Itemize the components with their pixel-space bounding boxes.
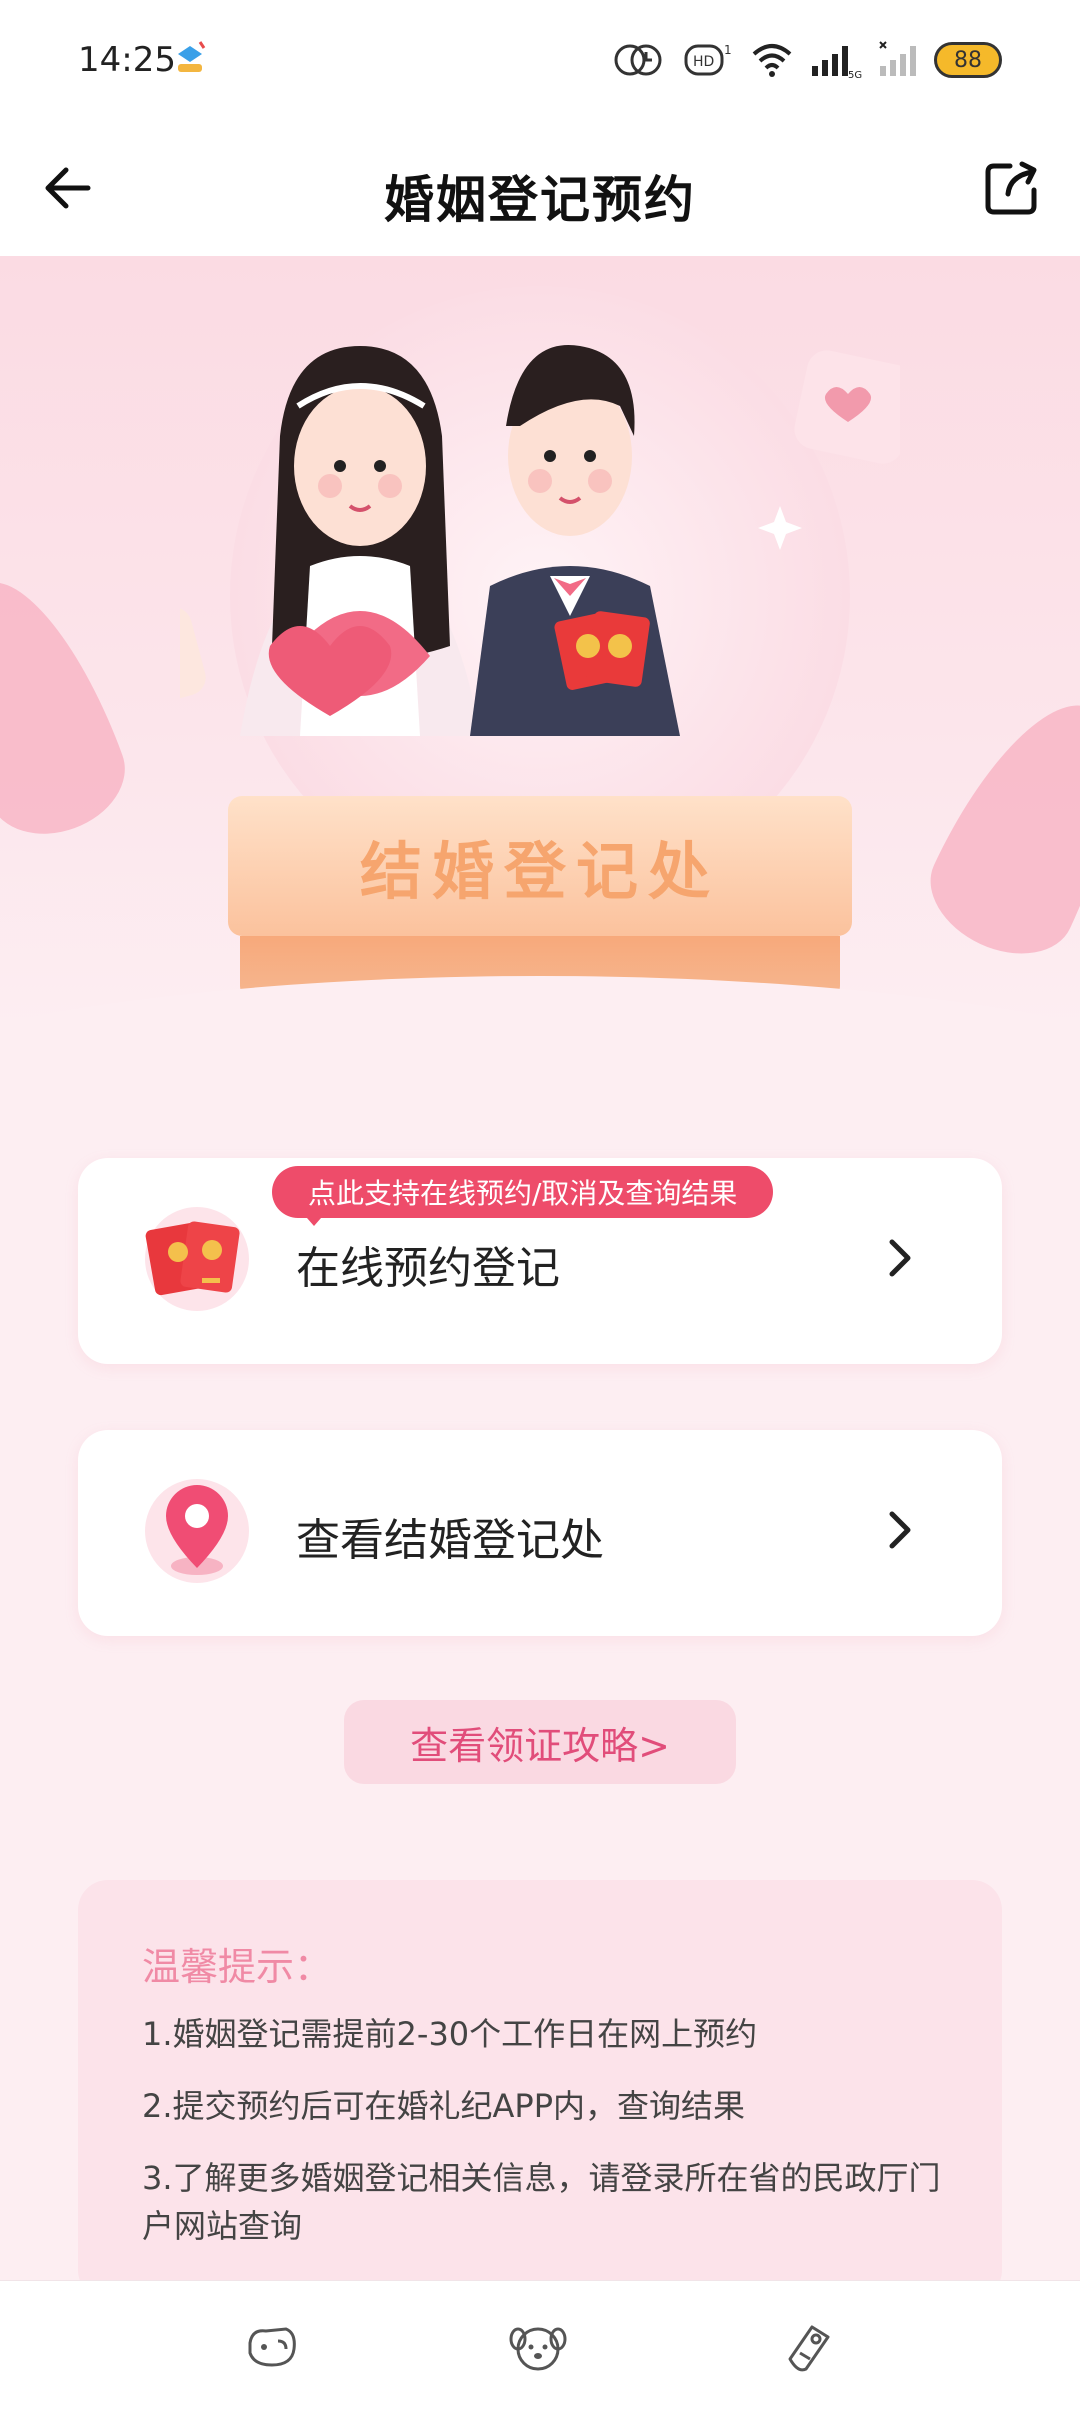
registration-desk-sign: 结婚登记处 [228,796,852,936]
thumbs-bubble-icon [180,607,206,715]
status-time: 14:25 [78,40,176,80]
tag-icon[interactable] [776,2319,836,2375]
wifi-icon [752,44,792,77]
online-appointment-tip-badge: 点此支持在线预约/取消及查询结果 [272,1166,774,1218]
heart-bubble-icon [794,350,900,464]
hero-banner: 结婚登记处 [0,256,1080,1036]
card-label: 在线预约登记 [296,1243,560,1294]
location-pin-icon [145,1479,249,1583]
signal-icon: 5G [812,46,862,80]
cow-icon[interactable] [242,2319,302,2375]
tip-bubble-tail [300,1210,328,1226]
tips-item: 1.婚姻登记需提前2-30个工作日在网上预约 [142,2015,758,2053]
chevron-right-icon [889,1239,911,1277]
bride-figure [240,346,480,736]
tips-item: 2.提交预约后可在婚礼纪APP内，查询结果 [142,2087,746,2125]
page-title: 婚姻登记预约 [384,171,696,229]
tips-title: 温馨提示： [142,1945,333,1989]
hero-bottom-curve [0,976,1080,1036]
groom-figure [470,345,680,736]
view-registry-office-card[interactable]: 查看结婚登记处 [78,1430,1002,1636]
bottom-bar [0,2280,1080,2412]
tips-box: 温馨提示： 1.婚姻登记需提前2-30个工作日在网上预约 2.提交预约后可在婚礼… [78,1880,1002,2300]
card-label: 查看结婚登记处 [296,1515,604,1566]
svg-text:1: 1 [724,43,732,57]
tips-item: 3.了解更多婚姻登记相关信息，请登录所在省的民政厅门户网站查询 [142,2159,941,2245]
nav-bar: 婚姻登记预约 [0,120,1080,256]
status-bar: 14:25 HD 1 5G 88 [0,0,1080,120]
chevron-right-icon [889,1511,911,1549]
share-button[interactable] [980,156,1044,220]
hd-icon: HD 1 [684,43,732,76]
dog-icon[interactable] [508,2319,568,2375]
share-icon [985,161,1037,215]
cat-icon [614,44,662,76]
app-notification-icon [178,41,206,72]
sparkle-icon [758,506,802,550]
status-icons: HD 1 5G 88 [610,36,1002,84]
desk-sign-text: 结婚登记处 [359,835,720,908]
leaf-decoration [0,559,141,853]
leaf-decoration [912,676,1080,976]
svg-text:HD: HD [693,54,714,70]
red-envelope-icon [145,1207,249,1311]
battery-indicator: 88 [934,42,1002,78]
signal-empty-icon [879,41,916,76]
marriage-guide-link[interactable]: 查看领证攻略> [344,1700,736,1784]
svg-text:5G: 5G [848,70,862,80]
